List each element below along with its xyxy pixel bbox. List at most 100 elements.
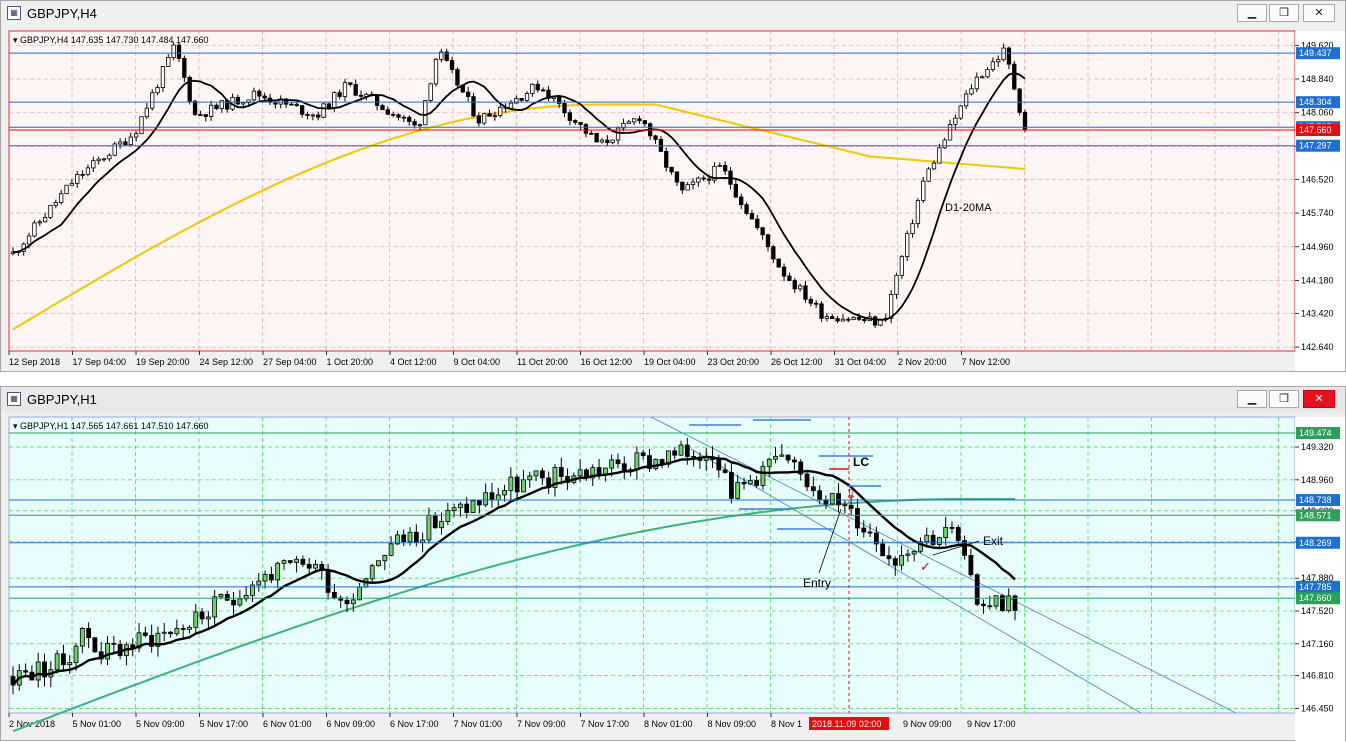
exit-label: Exit	[983, 534, 1004, 548]
time-label: 4 Oct 12:00	[390, 357, 437, 367]
candle-body	[527, 475, 533, 481]
candle-body	[955, 527, 961, 541]
candle-body	[59, 193, 64, 203]
close-button[interactable]: ✕	[1303, 390, 1335, 408]
candle-body	[171, 44, 176, 58]
time-label: 7 Nov 12:00	[962, 357, 1011, 367]
candle-body	[722, 165, 728, 172]
window-titlebar[interactable]: ▦ GBPJPY,H1 ▁ ❐ ✕	[1, 387, 1345, 413]
chart-window-h4[interactable]: ▦ GBPJPY,H4 ▁ ❐ ✕ 149.620 148.840 148.060 1…	[0, 0, 1346, 372]
candle-body	[936, 537, 942, 546]
candle-body	[803, 285, 808, 300]
candle-body	[872, 316, 878, 326]
candle-body	[640, 452, 646, 457]
price-tick-label: 148.960	[1301, 475, 1334, 485]
window-title: GBPJPY,H4	[27, 6, 97, 21]
chart-window-h1[interactable]: ▦ GBPJPY,H1 ▁ ❐ ✕ 149.320148.960148.6201…	[0, 386, 1346, 742]
candle-body	[224, 593, 230, 601]
candle-body	[439, 521, 444, 529]
candle-body	[567, 112, 573, 121]
candle-body	[577, 469, 583, 477]
candle-body	[980, 76, 985, 79]
time-label: 12 Sep 2018	[9, 357, 60, 367]
candle-body	[388, 543, 394, 556]
candle-body	[969, 88, 974, 95]
candle-body	[306, 563, 312, 569]
minimize-button[interactable]: ▁	[1237, 390, 1267, 408]
maximize-button[interactable]: ❐	[1269, 4, 1299, 22]
candle-body	[785, 454, 791, 461]
price-tick-label: 147.160	[1301, 639, 1334, 649]
candle-body	[80, 173, 85, 176]
candle-body	[669, 166, 674, 173]
candle-body	[199, 611, 205, 620]
chart-window-icon: ▦	[7, 392, 21, 406]
candle-body	[685, 184, 690, 191]
time-label: 1 Oct 20:00	[327, 357, 374, 367]
candle-body	[353, 84, 358, 96]
candle-body	[521, 479, 526, 493]
minimize-button[interactable]: ▁	[1237, 4, 1267, 22]
candle-body	[182, 57, 187, 78]
candle-body	[300, 558, 306, 565]
candle-body	[231, 599, 236, 606]
candle-body	[139, 116, 144, 135]
candle-body	[316, 114, 321, 118]
time-label: 6 Nov 01:00	[263, 719, 312, 729]
candle-body	[262, 574, 268, 582]
candle-body	[251, 90, 257, 101]
candle-body	[524, 93, 530, 101]
candle-body	[426, 515, 432, 541]
candle-body	[470, 500, 476, 513]
candle-body	[899, 555, 904, 566]
candle-body	[610, 139, 615, 144]
time-label: 26 Oct 12:00	[771, 357, 823, 367]
price-tick-label: 146.520	[1301, 174, 1334, 184]
window-titlebar[interactable]: ▦ GBPJPY,H4 ▁ ❐ ✕	[1, 1, 1345, 27]
candle-body	[73, 645, 79, 664]
maximize-button[interactable]: ❐	[1269, 390, 1299, 408]
candle-body	[203, 114, 208, 117]
candle-body	[810, 486, 816, 492]
candle-body	[476, 500, 482, 506]
candle-body	[733, 183, 739, 198]
candle-body	[749, 213, 755, 220]
candle-body	[214, 104, 219, 109]
candle-body	[256, 580, 262, 586]
candle-body	[187, 626, 192, 630]
price-chart-h4[interactable]: 149.620148.840148.060147.280146.520145.7…	[1, 27, 1345, 371]
candle-body	[990, 61, 996, 70]
candle-body	[562, 103, 567, 114]
candle-body	[1012, 63, 1017, 90]
price-chart-h1[interactable]: 149.320148.960148.620148.280147.880147.5…	[1, 413, 1345, 742]
candle-body	[241, 102, 246, 105]
candle-body	[37, 221, 42, 224]
candle-body	[310, 114, 316, 117]
close-button[interactable]: ✕	[1303, 4, 1335, 22]
entry-label: Entry	[803, 576, 831, 590]
time-label: 16 Oct 12:00	[581, 357, 633, 367]
candle-body	[337, 92, 342, 97]
candle-body	[981, 603, 986, 607]
candle-body	[428, 83, 433, 101]
candle-body	[176, 44, 182, 59]
candle-body	[92, 637, 98, 653]
candle-body	[432, 515, 438, 529]
time-highlight: 2018.11.09 02:00	[812, 719, 881, 729]
candle-body	[391, 113, 396, 116]
candle-body	[502, 490, 507, 496]
candle-body	[161, 631, 167, 634]
candle-body	[926, 168, 931, 182]
candle-body	[937, 147, 942, 164]
candle-body	[814, 302, 819, 305]
candle-body	[842, 504, 848, 507]
candle-body	[205, 616, 211, 620]
candle-body	[508, 102, 514, 109]
candle-body	[862, 318, 867, 322]
candle-body	[781, 266, 787, 277]
candle-body	[134, 133, 139, 138]
time-label: 5 Nov 09:00	[136, 719, 185, 729]
candle-body	[458, 503, 463, 509]
candle-body	[342, 82, 348, 97]
candle-body	[754, 480, 760, 486]
